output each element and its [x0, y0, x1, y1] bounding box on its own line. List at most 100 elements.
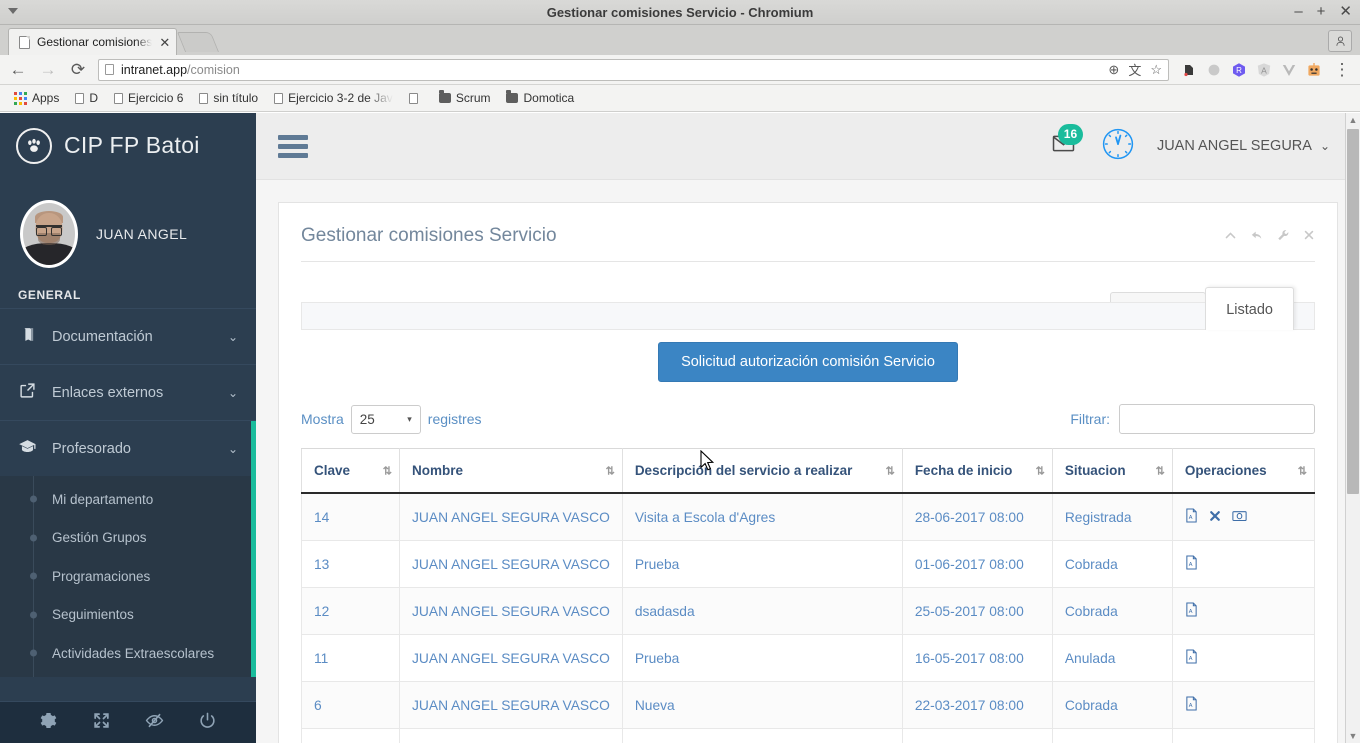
- column-header-descripcion[interactable]: Descripción del servicio a realizar ⇅: [621, 448, 903, 494]
- cell-situacion: Registrada: [1051, 492, 1173, 541]
- sidebar-subitem-label: Mi departamento: [52, 491, 154, 507]
- undo-arrow-icon[interactable]: [1250, 229, 1264, 244]
- forward-button[interactable]: →: [38, 60, 58, 80]
- sidebar-item-enlaces-externos[interactable]: Enlaces externos ⌄: [0, 364, 256, 420]
- person-icon: [1335, 36, 1345, 46]
- column-header-fecha[interactable]: Fecha de inicio ⇅: [901, 448, 1053, 494]
- bookmark-apps[interactable]: Apps: [8, 89, 65, 107]
- robot-extension-icon[interactable]: [1306, 62, 1322, 78]
- hamburger-icon[interactable]: [278, 134, 308, 158]
- profile-name: JUAN ANGEL: [96, 226, 188, 242]
- react-extension-icon[interactable]: R: [1231, 62, 1247, 78]
- table-row[interactable]: 6 JUAN ANGEL SEGURA VASCO Nueva 22-03-20…: [301, 681, 1316, 729]
- cancel-x-icon[interactable]: [1209, 510, 1221, 525]
- folder-icon: [506, 90, 519, 103]
- table-row[interactable]: 12 JUAN ANGEL SEGURA VASCO dsadasda 25-0…: [301, 587, 1316, 635]
- sidebar-subitem-mi-departamento[interactable]: Mi departamento: [0, 480, 256, 519]
- bookmark-untitled[interactable]: [403, 91, 429, 106]
- bookmark-ejercicio-3-2[interactable]: Ejercicio 3-2 de Jav: [268, 89, 399, 107]
- sort-icon: ⇅: [885, 465, 895, 477]
- chevron-up-icon[interactable]: [1224, 229, 1237, 244]
- page-length-control: Mostra 25 ▾ registres: [301, 404, 481, 434]
- table-row[interactable]: 14 JUAN ANGEL SEGURA VASCO Visita a Esco…: [301, 492, 1316, 541]
- sidebar-subitem-actividades-extraescolares[interactable]: Actividades Extraescolares: [0, 634, 256, 673]
- angular-extension-icon[interactable]: A: [1256, 62, 1272, 78]
- tab-listado[interactable]: Listado: [1205, 287, 1294, 330]
- scroll-down-arrow-icon[interactable]: ▼: [1346, 729, 1360, 743]
- chrome-menu-button[interactable]: ⋮: [1332, 60, 1352, 80]
- address-bar[interactable]: intranet.app/comision ⊕ 文 ☆: [98, 58, 1169, 81]
- column-header-clave[interactable]: Clave ⇅: [301, 448, 400, 494]
- bookmark-ejercicio-6[interactable]: Ejercicio 6: [108, 89, 189, 107]
- profile-avatar-button[interactable]: [1328, 30, 1352, 52]
- messages-button[interactable]: 16: [1048, 123, 1083, 163]
- power-icon[interactable]: [198, 711, 217, 735]
- reload-button[interactable]: ⟳: [68, 60, 88, 80]
- table-body: 14 JUAN ANGEL SEGURA VASCO Visita a Esco…: [301, 492, 1316, 743]
- bookmark-scrum[interactable]: Scrum: [433, 89, 497, 107]
- table-head: Clave ⇅ Nombre ⇅ Descripción del servici…: [301, 448, 1316, 494]
- scrollbar-thumb[interactable]: [1347, 129, 1359, 494]
- table-row[interactable]: 4 JUAN ANGEL SEGURA VASCO Visita a Aitex…: [301, 728, 1316, 743]
- sidebar-profile: JUAN ANGEL: [0, 178, 256, 278]
- page-title: Gestionar comisiones Servicio: [301, 225, 557, 246]
- close-window-button[interactable]: ✕: [1339, 3, 1352, 21]
- cell-operaciones: A: [1171, 492, 1316, 541]
- column-header-situacion[interactable]: Situacion ⇅: [1051, 448, 1173, 494]
- tab-favicon-icon: [19, 35, 30, 49]
- table-row[interactable]: 13 JUAN ANGEL SEGURA VASCO Prueba 01-06-…: [301, 540, 1316, 588]
- omnibox-actions: ⊕ 文 ☆: [1108, 60, 1162, 79]
- bookmark-domotica[interactable]: Domotica: [500, 89, 580, 107]
- fullscreen-icon[interactable]: [92, 711, 111, 735]
- zoom-icon[interactable]: ⊕: [1108, 62, 1119, 78]
- sidebar-subitem-programaciones[interactable]: Programaciones: [0, 557, 256, 596]
- bookmark-star-icon[interactable]: ☆: [1150, 62, 1162, 78]
- translate-icon[interactable]: 文: [1128, 60, 1141, 79]
- column-header-nombre[interactable]: Nombre ⇅: [399, 448, 623, 494]
- column-header-operaciones[interactable]: Operaciones ⇅: [1171, 448, 1316, 494]
- browser-tab[interactable]: Gestionar comisiones ✕: [8, 28, 178, 55]
- pdf-icon[interactable]: A: [1185, 555, 1198, 573]
- page-scrollbar[interactable]: ▲ ▼: [1345, 113, 1360, 743]
- sidebar-subitem-gestion-grupos[interactable]: Gestión Grupos: [0, 519, 256, 558]
- solicitud-autorizacion-button[interactable]: Solicitud autorización comisión Servicio: [658, 342, 958, 382]
- pdf-icon[interactable]: A: [1185, 508, 1198, 526]
- cell-clave: 13: [301, 540, 400, 588]
- sidebar-subitem-seguimientos[interactable]: Seguimientos: [0, 596, 256, 635]
- back-button[interactable]: ←: [8, 60, 28, 80]
- pdf-icon[interactable]: A: [1185, 696, 1198, 714]
- filter-label: Filtrar:: [1070, 411, 1110, 427]
- brand-header[interactable]: CIP FP Batoi: [0, 113, 256, 178]
- table-row[interactable]: 11 JUAN ANGEL SEGURA VASCO Prueba 16-05-…: [301, 634, 1316, 682]
- cell-clave: 14: [301, 492, 400, 541]
- maximize-button[interactable]: +: [1317, 3, 1326, 21]
- close-icon[interactable]: [1303, 229, 1315, 244]
- minimize-button[interactable]: –: [1294, 3, 1302, 21]
- view-tabs-row: Mosaico Listado: [301, 262, 1315, 330]
- system-menu-caret-icon[interactable]: [8, 8, 18, 14]
- bookmark-d[interactable]: D: [69, 89, 104, 107]
- wrench-icon[interactable]: [1277, 229, 1290, 244]
- eye-slash-icon[interactable]: [145, 711, 164, 735]
- clock-icon[interactable]: [1101, 127, 1135, 166]
- pdf-icon[interactable]: A: [1185, 649, 1198, 667]
- scroll-up-arrow-icon[interactable]: ▲: [1346, 113, 1360, 127]
- cell-fecha: 22-03-2017 08:00: [901, 681, 1053, 729]
- column-label: Situacion: [1064, 463, 1126, 478]
- cell-descripcion: Visita a Aitex: [621, 728, 903, 743]
- vue-extension-icon[interactable]: [1281, 62, 1297, 78]
- sidebar-item-profesorado[interactable]: Profesorado ⌄: [0, 420, 256, 477]
- evernote-extension-icon[interactable]: [1181, 62, 1197, 78]
- money-icon[interactable]: [1231, 510, 1247, 525]
- page-length-select[interactable]: 25 ▾: [350, 404, 421, 434]
- sidebar-item-documentacion[interactable]: Documentación ⌄: [0, 308, 256, 364]
- bookmark-sin-titulo[interactable]: sin título: [193, 89, 264, 107]
- gray-circle-extension-icon[interactable]: [1206, 62, 1222, 78]
- tab-close-icon[interactable]: ✕: [159, 36, 170, 49]
- filter-input[interactable]: [1119, 404, 1315, 434]
- bookmark-label: Apps: [32, 91, 60, 105]
- user-menu[interactable]: JUAN ANGEL SEGURA ⌄: [1157, 138, 1330, 154]
- pdf-icon[interactable]: A: [1185, 602, 1198, 620]
- gear-icon[interactable]: [39, 711, 58, 735]
- new-tab-button[interactable]: [177, 32, 220, 52]
